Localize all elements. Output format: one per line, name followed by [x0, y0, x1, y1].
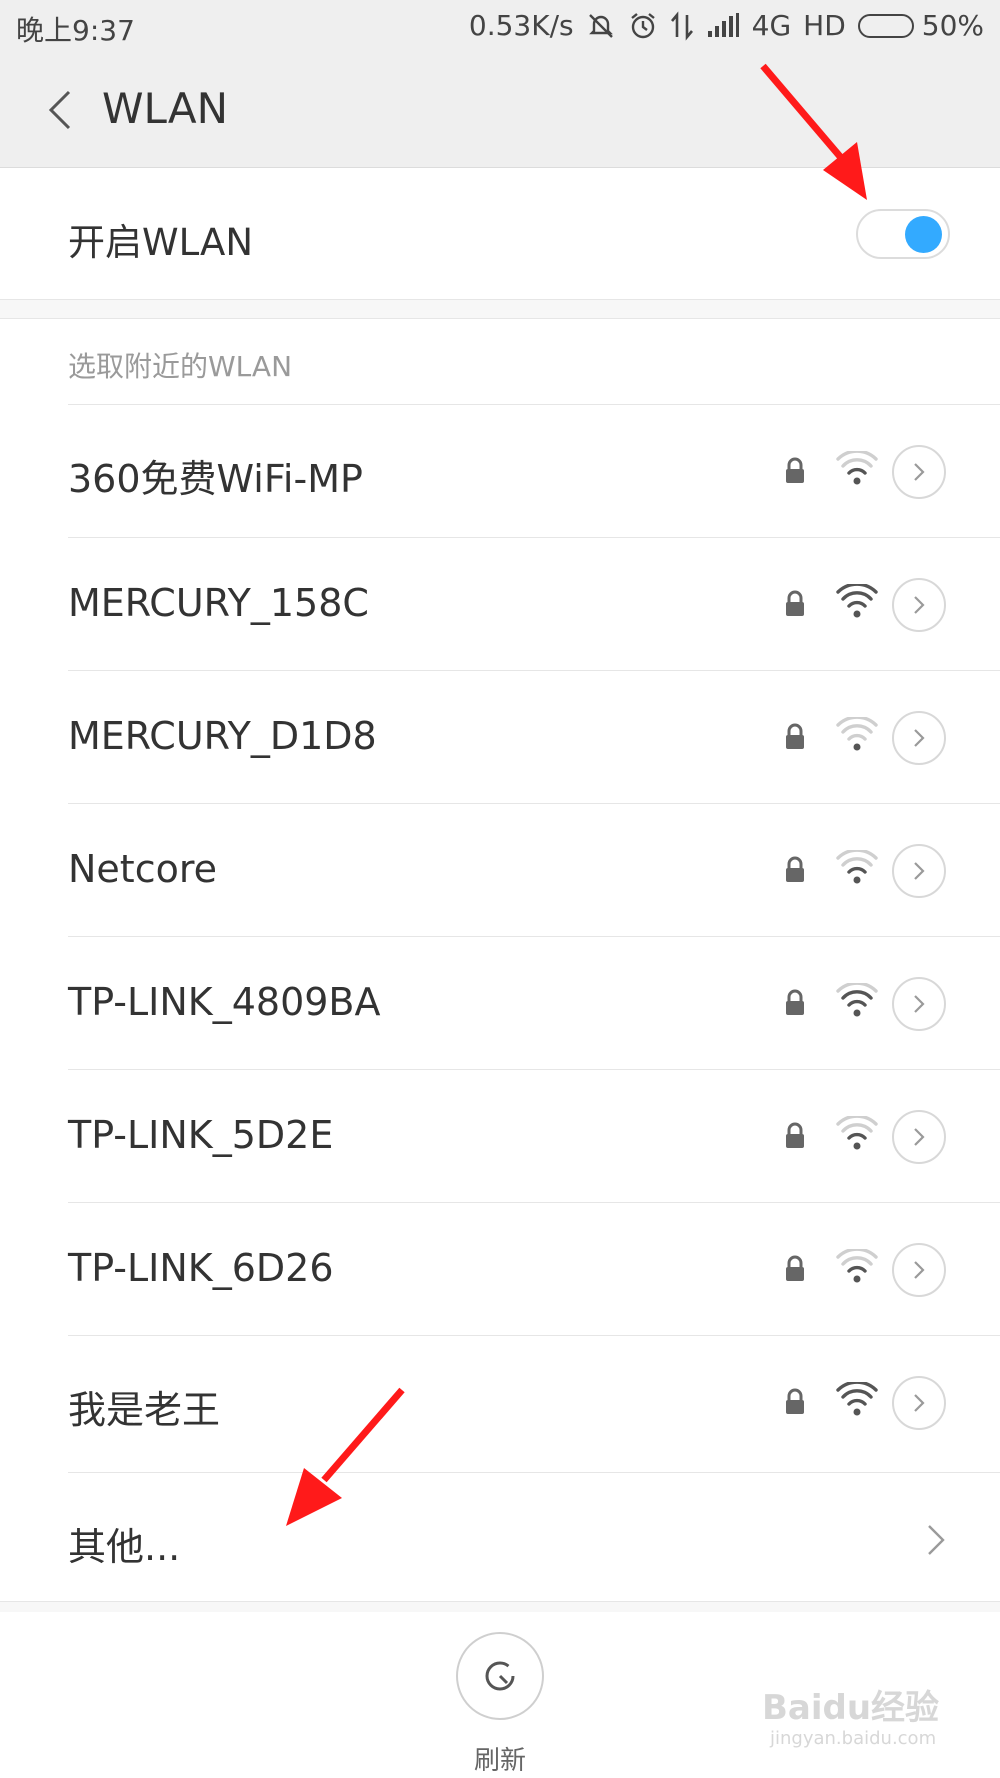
- network-item[interactable]: TP-LINK_5D2E: [68, 1069, 1000, 1202]
- lock-icon: [786, 1255, 804, 1281]
- lock-icon: [786, 723, 804, 749]
- network-ssid: 360免费WiFi-MP: [68, 457, 363, 501]
- back-button[interactable]: [30, 80, 90, 140]
- wifi-signal-icon: [836, 584, 878, 618]
- network-detail-button[interactable]: [892, 445, 946, 499]
- chevron-right-icon: [914, 729, 925, 747]
- other-network-label: 其他...: [68, 1525, 181, 1569]
- chevron-right-icon: [914, 463, 925, 481]
- network-list: 选取附近的WLAN 360免费WiFi-MP MERCURY_158C MERCUR…: [0, 318, 1000, 1602]
- page-title: WLAN: [102, 84, 229, 133]
- net-speed: 0.53K/s: [468, 9, 574, 42]
- chevron-right-icon: [928, 1525, 945, 1555]
- network-ssid: MERCURY_D1D8: [68, 714, 377, 758]
- hd-indicator: HD: [803, 9, 846, 42]
- other-network-item[interactable]: 其他...: [68, 1472, 1000, 1605]
- baidu-watermark-url: jingyan.baidu.com: [770, 1728, 937, 1749]
- battery: 50%: [857, 9, 984, 42]
- wifi-signal-icon: [836, 1249, 878, 1283]
- network-item[interactable]: Netcore: [68, 803, 1000, 936]
- wlan-toggle-row: 开启WLAN: [0, 168, 1000, 300]
- toggle-knob: [905, 216, 942, 253]
- section-header: 选取附近的WLAN: [68, 350, 293, 383]
- wlan-toggle-label: 开启WLAN: [68, 221, 254, 264]
- chevron-right-icon: [914, 1128, 925, 1146]
- network-item[interactable]: 我是老王: [68, 1335, 1000, 1468]
- refresh-button[interactable]: [456, 1632, 544, 1720]
- network-detail-button[interactable]: [892, 1243, 946, 1297]
- chevron-right-icon: [914, 1394, 925, 1412]
- lock-icon: [786, 989, 804, 1015]
- signal-icon: [706, 11, 740, 41]
- baidu-watermark: Baidu经验: [762, 1688, 940, 1728]
- network-item[interactable]: 360免费WiFi-MP: [68, 404, 1000, 537]
- status-bar: 晚上9:37 0.53K/s 4G HD 50%: [0, 0, 1000, 54]
- battery-icon: [857, 13, 914, 38]
- wifi-signal-icon: [836, 451, 878, 485]
- network-ssid: Netcore: [68, 847, 218, 891]
- network-detail-button[interactable]: [892, 1376, 946, 1430]
- network-ssid: TP-LINK_4809BA: [68, 980, 381, 1024]
- title-bar: WLAN: [0, 54, 1000, 168]
- back-chevron-icon: [48, 90, 71, 130]
- network-item[interactable]: TP-LINK_4809BA: [68, 936, 1000, 1069]
- network-detail-button[interactable]: [892, 1110, 946, 1164]
- network-item[interactable]: MERCURY_D1D8: [68, 670, 1000, 803]
- network-detail-button[interactable]: [892, 977, 946, 1031]
- network-ssid: TP-LINK_5D2E: [68, 1113, 334, 1157]
- network-item[interactable]: MERCURY_158C: [68, 537, 1000, 670]
- status-time: 晚上9:37: [16, 14, 135, 47]
- lock-icon: [786, 856, 804, 882]
- alarm-icon: [628, 11, 658, 41]
- wifi-signal-icon: [836, 983, 878, 1017]
- network-ssid: TP-LINK_6D26: [68, 1246, 334, 1290]
- network-item[interactable]: TP-LINK_6D26: [68, 1202, 1000, 1335]
- wlan-toggle-switch[interactable]: [856, 209, 950, 259]
- chevron-right-icon: [914, 862, 925, 880]
- battery-percent: 50%: [921, 9, 984, 42]
- lock-icon: [786, 1122, 804, 1148]
- wifi-signal-icon: [836, 1116, 878, 1150]
- refresh-icon: [485, 1661, 515, 1691]
- chevron-right-icon: [914, 596, 925, 614]
- data-transfer-icon: [670, 10, 694, 41]
- lock-icon: [786, 457, 804, 483]
- wifi-signal-icon: [836, 1382, 878, 1416]
- network-detail-button[interactable]: [892, 711, 946, 765]
- silent-bell-icon: [586, 11, 616, 41]
- network-detail-button[interactable]: [892, 844, 946, 898]
- status-right: 0.53K/s 4G HD 50%: [469, 9, 984, 42]
- network-type: 4G: [751, 9, 792, 42]
- network-detail-button[interactable]: [892, 578, 946, 632]
- network-ssid: MERCURY_158C: [68, 581, 369, 625]
- chevron-right-icon: [914, 995, 925, 1013]
- wifi-signal-icon: [836, 717, 878, 751]
- chevron-right-icon: [914, 1261, 925, 1279]
- lock-icon: [786, 590, 804, 616]
- lock-icon: [786, 1388, 804, 1414]
- wifi-signal-icon: [836, 850, 878, 884]
- network-ssid: 我是老王: [68, 1388, 221, 1432]
